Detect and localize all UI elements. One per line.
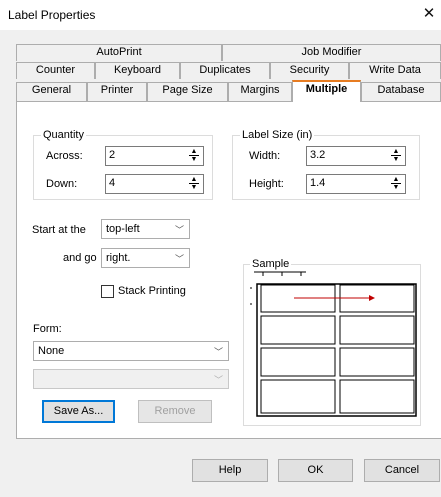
cancel-button[interactable]: Cancel	[364, 459, 440, 482]
spin-arrows-icon[interactable]: ▲ ▼	[389, 176, 403, 192]
height-value: 1.4	[310, 177, 326, 189]
tab-autoprint[interactable]: AutoPrint	[16, 44, 222, 61]
window-title: Label Properties	[8, 8, 96, 22]
chevron-down-icon: ﹀	[213, 375, 223, 385]
stack-printing-checkbox[interactable]	[101, 285, 114, 298]
sample-label-cell	[339, 379, 415, 414]
sample-label-cell	[260, 379, 336, 414]
down-value: 4	[109, 177, 116, 189]
tab-job-modifier[interactable]: Job Modifier	[222, 44, 441, 61]
down-label: Down:	[46, 178, 78, 190]
across-label: Across:	[46, 150, 83, 162]
tab-margins[interactable]: Margins	[228, 82, 292, 101]
tab-multiple[interactable]: Multiple	[292, 80, 361, 102]
help-button[interactable]: Help	[192, 459, 268, 482]
height-label: Height:	[249, 178, 284, 190]
ok-button[interactable]: OK	[278, 459, 353, 482]
spin-arrows-icon[interactable]: ▲ ▼	[187, 176, 201, 192]
height-stepper[interactable]: 1.4 ▲ ▼	[306, 174, 406, 194]
tab-write-data[interactable]: Write Data	[349, 62, 441, 79]
tab-printer[interactable]: Printer	[87, 82, 147, 101]
and-go-select[interactable]: right. ﹀	[101, 248, 190, 268]
chevron-down-icon: ﹀	[213, 347, 223, 357]
sample-label-cell	[339, 315, 415, 345]
tab-page-size[interactable]: Page Size	[147, 82, 228, 101]
form-secondary-select: ﹀	[33, 369, 229, 389]
start-at-value: top-left	[106, 223, 140, 235]
quantity-group-label: Quantity	[41, 129, 86, 141]
width-label: Width:	[249, 150, 281, 162]
tab-keyboard[interactable]: Keyboard	[95, 62, 180, 79]
down-stepper[interactable]: 4 ▲ ▼	[105, 174, 204, 194]
spin-arrows-icon[interactable]: ▲ ▼	[187, 148, 201, 164]
label-size-group-label: Label Size (in)	[240, 129, 315, 141]
chevron-down-icon: ﹀	[174, 225, 184, 235]
tab-security[interactable]: Security	[270, 62, 349, 79]
tab-database[interactable]: Database	[361, 82, 441, 101]
remove-button[interactable]: Remove	[138, 400, 212, 423]
and-go-value: right.	[106, 252, 131, 264]
form-label: Form:	[33, 323, 62, 335]
start-at-select[interactable]: top-left ﹀	[101, 219, 190, 239]
across-stepper[interactable]: 2 ▲ ▼	[105, 146, 204, 166]
sample-label-cell	[260, 347, 336, 377]
width-value: 3.2	[310, 149, 326, 161]
across-value: 2	[109, 149, 116, 161]
sample-label-cell	[339, 347, 415, 377]
spin-arrows-icon[interactable]: ▲ ▼	[389, 148, 403, 164]
width-stepper[interactable]: 3.2 ▲ ▼	[306, 146, 406, 166]
stack-printing-label: Stack Printing	[118, 285, 186, 297]
tab-counter[interactable]: Counter	[16, 62, 95, 79]
form-value: None	[38, 345, 65, 357]
sample-label-cell	[260, 315, 336, 345]
chevron-down-icon: ﹀	[174, 254, 184, 264]
sample-preview	[250, 271, 417, 417]
tab-general[interactable]: General	[16, 82, 87, 101]
close-icon[interactable]: ✕	[418, 3, 440, 25]
start-at-label: Start at the	[32, 224, 86, 236]
save-as-button[interactable]: Save As...	[42, 400, 115, 423]
and-go-label: and go	[63, 252, 97, 264]
tab-duplicates[interactable]: Duplicates	[180, 62, 270, 79]
form-select[interactable]: None ﹀	[33, 341, 229, 361]
